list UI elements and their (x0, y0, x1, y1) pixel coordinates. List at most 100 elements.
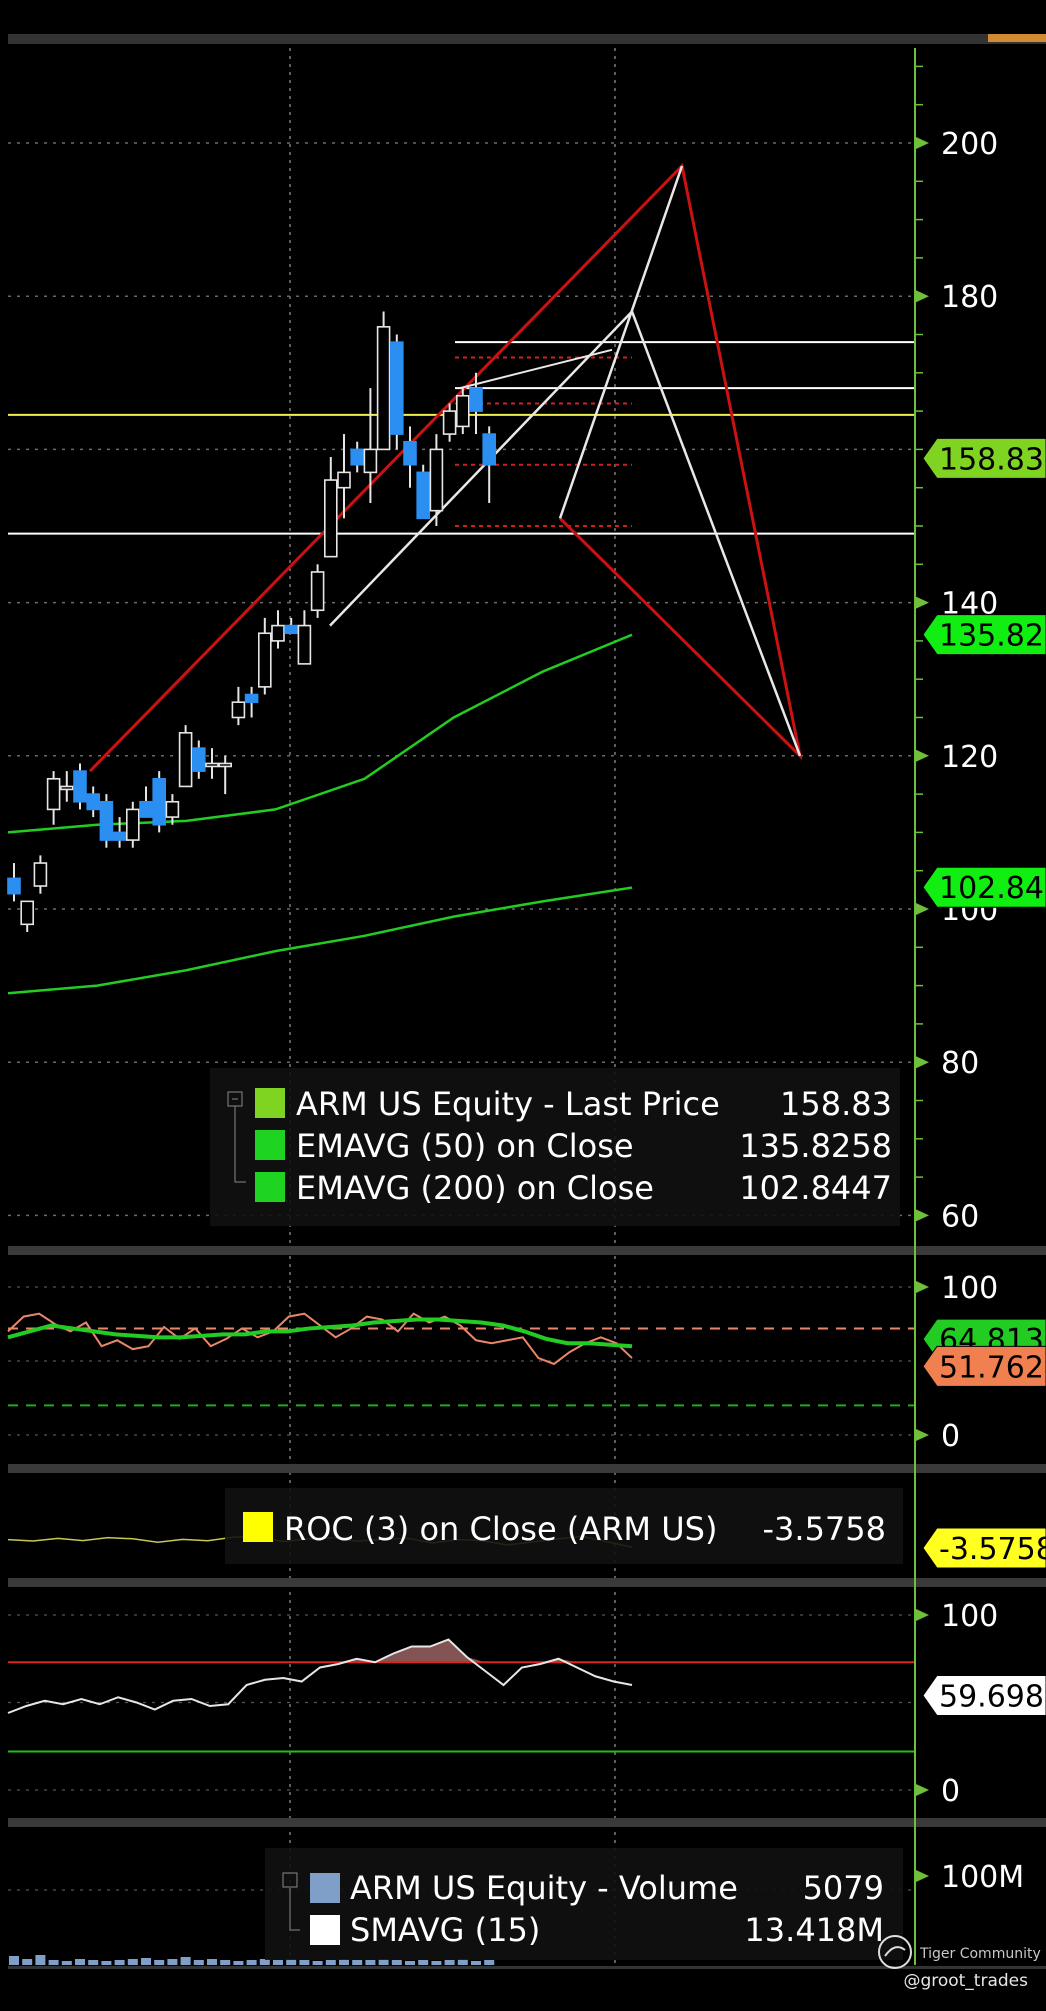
candle-body (350, 448, 365, 466)
volume-bar (9, 1956, 19, 1965)
volume-bar (484, 1960, 495, 1965)
price-tag-label: 135.825 (939, 619, 1046, 654)
candle-body (218, 762, 232, 768)
candle-body (403, 440, 417, 466)
candle-body (86, 793, 100, 811)
candle-body (429, 448, 444, 512)
candle-body (310, 571, 325, 612)
legend-swatch (255, 1088, 285, 1118)
candle-body (363, 448, 378, 474)
candle-body (33, 862, 48, 887)
volume-bar (431, 1961, 442, 1965)
legend-name: ARM US Equity - Volume (350, 1869, 738, 1907)
volume-bar (114, 1960, 125, 1965)
volume-bar (193, 1960, 204, 1965)
candle-body (59, 785, 74, 791)
volume-bar (220, 1960, 231, 1965)
volume-bar (273, 1960, 283, 1965)
volume-bar (365, 1960, 376, 1965)
legend-swatch (310, 1873, 340, 1903)
candle-body (192, 747, 206, 772)
volume-bar (154, 1960, 165, 1965)
volume-bar (471, 1961, 481, 1965)
candle-body (482, 433, 497, 466)
legend-value: 5079 (803, 1869, 884, 1907)
volume-bar (246, 1960, 257, 1965)
candle-body (455, 394, 470, 428)
candle-body (7, 877, 21, 895)
legend-name: EMAVG (200) on Close (296, 1169, 654, 1207)
volume-bar (444, 1960, 455, 1965)
panel-divider (8, 1464, 1046, 1473)
volume-bar (405, 1961, 415, 1965)
candle-body (165, 800, 180, 818)
tick-label: 100M (941, 1860, 1024, 1895)
volume-bar (352, 1960, 363, 1965)
candle-body (376, 326, 391, 451)
price-tag-label: -3.5758 (939, 1532, 1046, 1567)
volume-bar (35, 1955, 46, 1965)
tick-label: 180 (941, 280, 998, 315)
candle-body (231, 701, 246, 719)
legend-swatch (243, 1512, 273, 1542)
legend-value: 158.83 (780, 1085, 892, 1123)
volume-bar (167, 1959, 178, 1965)
tick-label: 200 (941, 127, 998, 162)
volume-bar (48, 1960, 59, 1965)
candle-body (112, 831, 127, 841)
legend-name: ROC (3) on Close (ARM US) (284, 1510, 717, 1548)
tick-label: 100 (941, 1271, 998, 1306)
candle-body (73, 770, 87, 803)
price-tag-label: 51.762 (939, 1350, 1044, 1385)
candle-body (469, 387, 483, 412)
legend-value: 13.418M (744, 1911, 884, 1949)
candle-body (178, 732, 193, 788)
watermark-text: Tiger Community (919, 1946, 1041, 1962)
candle-body (284, 624, 299, 635)
volume-bar (22, 1959, 33, 1965)
volume-bar (127, 1959, 138, 1965)
candle-body (337, 471, 351, 489)
candle-body (126, 808, 140, 841)
candle-body (20, 900, 35, 926)
legend-value: 135.8258 (739, 1127, 892, 1165)
panel-divider (8, 1246, 1046, 1255)
volume-bar (418, 1960, 429, 1965)
candle-body (257, 632, 272, 688)
top-accent (988, 34, 1046, 42)
candle-body (323, 479, 338, 558)
top-bar (8, 34, 1046, 44)
volume-bar (325, 1960, 336, 1965)
legend-swatch (255, 1172, 285, 1202)
candle-body (416, 471, 431, 520)
candle-body (139, 800, 153, 818)
legend-swatch (255, 1130, 285, 1160)
volume-bar (141, 1958, 151, 1965)
candle-body (271, 624, 285, 642)
volume-bar (299, 1960, 310, 1965)
tick-label: 0 (941, 1419, 960, 1454)
legend-name: EMAVG (50) on Close (296, 1127, 634, 1165)
chart-canvas: 200180140120100806010001000100M 158.8313… (0, 0, 1046, 2011)
panel-divider (8, 1818, 1046, 1827)
panel-divider (8, 1578, 1046, 1587)
candle-body (297, 624, 312, 665)
legend-value: 102.8447 (739, 1169, 892, 1207)
tick-label: 60 (941, 1199, 979, 1234)
price-tag-label: 102.844 (939, 871, 1046, 906)
volume-bar (391, 1960, 402, 1965)
volume-bar (61, 1961, 72, 1965)
candle-body (46, 777, 61, 811)
credit-text: @groot_trades (903, 1971, 1028, 1991)
legend-swatch (310, 1915, 340, 1945)
candle-body (244, 693, 259, 703)
candle-body (152, 777, 166, 826)
volume-bar (207, 1959, 217, 1965)
legend-name: ARM US Equity - Last Price (296, 1085, 720, 1123)
candle-body (442, 410, 457, 435)
tick-label: 0 (941, 1774, 960, 1809)
volume-bar (312, 1961, 323, 1965)
legend-value: -3.5758 (762, 1510, 886, 1548)
volume-bar (180, 1957, 191, 1965)
candle-body (389, 341, 404, 435)
